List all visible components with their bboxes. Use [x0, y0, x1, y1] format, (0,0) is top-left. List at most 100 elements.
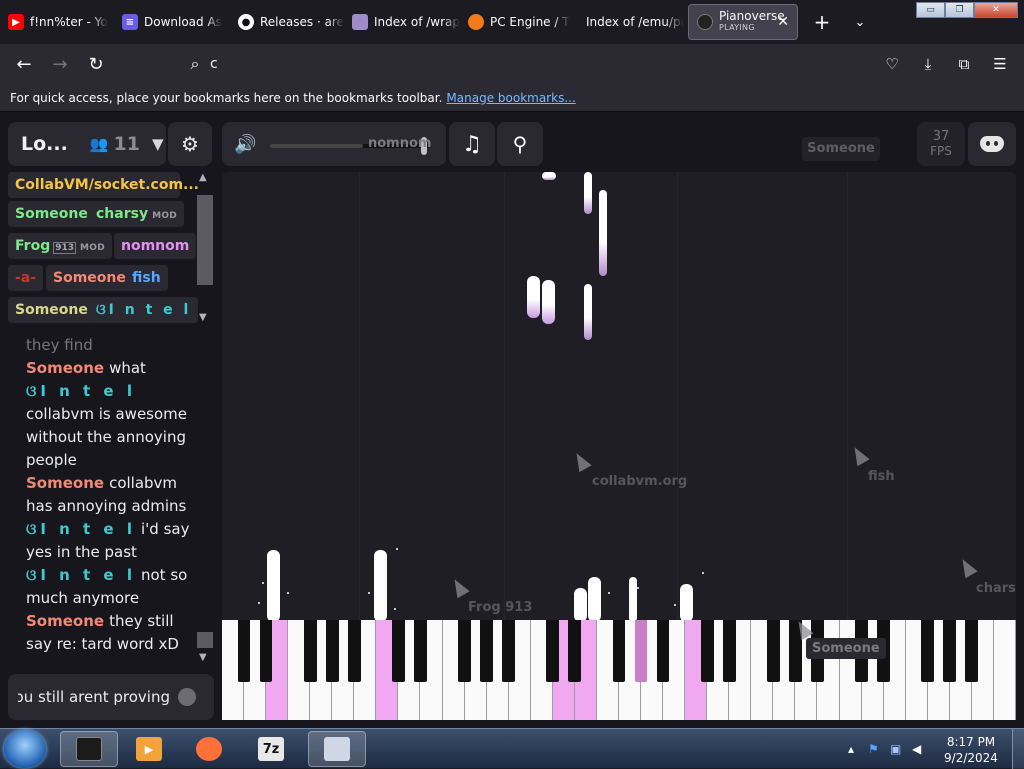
start-button[interactable]: [4, 730, 46, 768]
user-chip[interactable]: Someone: [8, 297, 95, 323]
piano-black-key[interactable]: [480, 620, 494, 682]
manage-bookmarks-link[interactable]: Manage bookmarks...: [446, 91, 575, 105]
user-name: Someone: [15, 206, 88, 222]
list-all-tabs-button[interactable]: ⌄: [848, 15, 872, 30]
discord-button[interactable]: [968, 122, 1016, 166]
send-message-icon[interactable]: [178, 688, 196, 706]
extensions-icon[interactable]: ⧉: [946, 48, 982, 80]
tab-title: Index of /emu/pc: [586, 15, 684, 29]
piano-black-key[interactable]: [766, 620, 780, 682]
note-sparkle: [258, 602, 260, 604]
tab-index-emu[interactable]: Index of /emu/pc: [572, 4, 684, 40]
piano-black-key[interactable]: [634, 620, 648, 682]
piano-black-key[interactable]: [568, 620, 582, 682]
restore-button[interactable]: ❐: [945, 2, 974, 18]
room-selector[interactable]: Lo... 👥 11 ▼: [8, 122, 166, 166]
tray-expand-icon[interactable]: ▴: [848, 742, 854, 756]
chat-username[interactable]: Someone: [26, 474, 104, 492]
music-note-button[interactable]: ♫: [449, 122, 495, 166]
note-sparkle: [287, 592, 289, 594]
piano-black-key[interactable]: [458, 620, 471, 682]
piano-white-key[interactable]: [993, 620, 1016, 720]
piano-black-key[interactable]: [502, 620, 516, 682]
clock-date: 9/2/2024: [944, 751, 998, 765]
note-sparkle: [674, 604, 676, 606]
taskbar-app-terminal[interactable]: [60, 731, 118, 767]
chat-username[interactable]: ଓI n t e l: [26, 382, 136, 400]
tab-youtube[interactable]: ▶ f!nn%ter - Yo: [0, 4, 114, 40]
chat-username[interactable]: Someone: [26, 359, 104, 377]
network-icon[interactable]: ▣: [890, 742, 901, 756]
scroll-up-icon[interactable]: ▲: [199, 172, 207, 183]
settings-button[interactable]: ⚙: [168, 122, 212, 166]
piano-black-key[interactable]: [303, 620, 317, 682]
user-chip[interactable]: ଓI n t e l: [89, 297, 199, 323]
user-chip[interactable]: CollabVM/socket.com...: [8, 172, 199, 198]
tab-download-as[interactable]: ≡ Download As: [114, 4, 230, 40]
new-tab-button[interactable]: +: [810, 10, 834, 34]
user-chip[interactable]: Someone: [8, 201, 95, 227]
chat-input[interactable]: [18, 686, 170, 708]
tab-title: f!nn%ter - Yo: [30, 15, 108, 29]
piano-black-key[interactable]: [700, 620, 714, 682]
piano-black-key[interactable]: [943, 620, 957, 682]
user-chip[interactable]: fish: [125, 265, 168, 291]
scroll-down-icon[interactable]: ▼: [199, 312, 207, 323]
menu-icon[interactable]: ☰: [982, 48, 1018, 80]
back-button[interactable]: ←: [6, 48, 42, 80]
url-text[interactable]: c: [210, 56, 218, 72]
piano-black-key[interactable]: [347, 620, 361, 682]
scrollbar-thumb[interactable]: [197, 195, 213, 285]
taskbar-app-media[interactable]: ▶: [120, 731, 178, 767]
piano-black-key[interactable]: [612, 620, 626, 682]
scroll-down-icon[interactable]: ▼: [199, 652, 207, 663]
action-center-icon[interactable]: ⚑: [868, 742, 879, 756]
chat-username[interactable]: ଓI n t e l: [26, 566, 136, 584]
piano-black-key[interactable]: [546, 620, 560, 682]
piano-black-key[interactable]: [414, 620, 427, 682]
room-name: Lo...: [21, 133, 68, 155]
piano-keyboard[interactable]: [222, 620, 1016, 720]
chat-message: ଓI n t e l collabvm is awesome without th…: [26, 380, 194, 472]
piano-black-key[interactable]: [965, 620, 979, 682]
user-chip[interactable]: Someone: [46, 265, 133, 291]
taskbar-app-emulator[interactable]: [308, 731, 366, 767]
minimize-button[interactable]: ▭: [916, 2, 945, 18]
tab-releases[interactable]: ● Releases · arer: [230, 4, 344, 40]
forward-button[interactable]: →: [42, 48, 78, 80]
chat-username[interactable]: ଓI n t e l: [26, 520, 136, 538]
piano-black-key[interactable]: [656, 620, 670, 682]
volume-icon[interactable]: ◀: [912, 742, 921, 756]
user-chip[interactable]: nomnom: [114, 233, 197, 259]
tab-index-wrap[interactable]: Index of /wrap: [344, 4, 460, 40]
piano-black-key[interactable]: [722, 620, 736, 682]
piano-black-key[interactable]: [325, 620, 339, 682]
usb-midi-button[interactable]: ⚲: [497, 122, 543, 166]
tab-pc-engine[interactable]: PC Engine / T: [460, 4, 572, 40]
taskbar-app-7zip[interactable]: 7z: [242, 731, 300, 767]
close-window-button[interactable]: ✕: [974, 2, 1018, 18]
show-desktop-button[interactable]: [1012, 729, 1024, 769]
url-bar[interactable]: ⌕ c: [180, 48, 860, 80]
piano-black-key[interactable]: [392, 620, 405, 682]
scrollbar-thumb[interactable]: [197, 632, 213, 648]
close-tab-icon[interactable]: ✕: [777, 14, 789, 30]
tab-pianoverse[interactable]: Pianoverse PLAYING ✕: [688, 4, 798, 40]
user-chip[interactable]: -a-: [8, 265, 44, 291]
system-clock[interactable]: 8:17 PM 9/2/2024: [934, 734, 1008, 766]
reload-button[interactable]: ↻: [78, 48, 114, 80]
piano-black-key[interactable]: [259, 620, 273, 682]
piano-black-key[interactable]: [237, 620, 251, 682]
user-chip[interactable]: Frog 913 MOD: [8, 233, 112, 259]
user-chip[interactable]: charsy MOD: [89, 201, 185, 227]
fps-value: 37: [932, 129, 950, 144]
downloads-icon[interactable]: ⤓: [910, 48, 946, 80]
user-list-scrollbar[interactable]: ▲ ▼: [196, 172, 214, 330]
github-icon: ●: [238, 14, 254, 30]
pocket-icon[interactable]: ♡: [874, 48, 910, 80]
piano-black-key[interactable]: [921, 620, 935, 682]
taskbar-app-firefox[interactable]: [180, 731, 238, 767]
chat-username[interactable]: Someone: [26, 612, 104, 630]
chat-scrollbar[interactable]: ▼: [196, 334, 214, 668]
speaker-icon[interactable]: 🔊: [234, 134, 256, 155]
